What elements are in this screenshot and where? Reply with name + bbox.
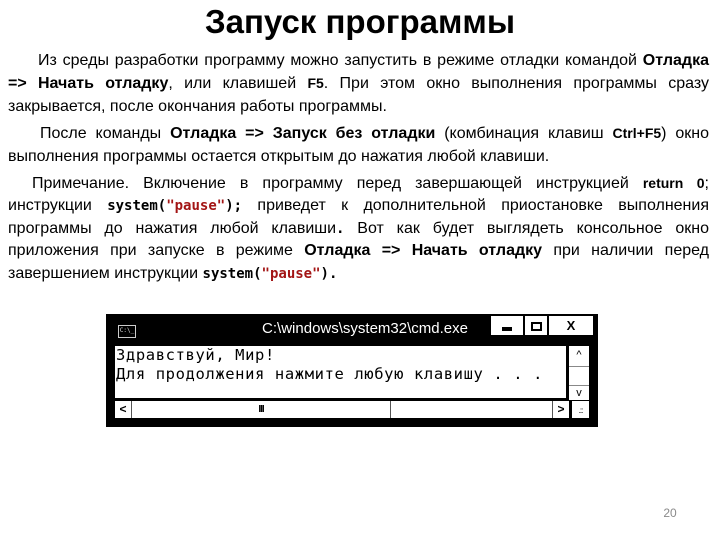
slide-title: Запуск программы [204,3,516,40]
code-keyword: return 0 [642,175,705,192]
console-window: C:\windows\system32\cmd.exe C:\_ X Здрав… [106,314,598,427]
scroll-left-icon[interactable]: < [115,401,132,418]
console-output: Здравствуй, Мир! Для продолжения нажмите… [115,346,566,398]
paragraph-run-without-debug: После команды Отладка => Запуск без отла… [8,122,709,168]
scroll-down-icon[interactable]: v [569,386,589,400]
scroll-right-icon[interactable]: > [552,401,569,418]
code-snippet: system("pause"); [107,198,242,214]
text: Из среды разработки программу можно запу… [38,52,643,69]
close-button[interactable]: X [549,316,593,335]
text: (комбинация клавиш [435,125,613,143]
hotkey: Ctrl+F5 [612,125,662,142]
code-string: "pause" [261,265,321,282]
code-snippet: system("pause"). [203,266,338,282]
code-part: ); [225,198,243,215]
paragraph-note: Примечание. Включение в программу перед … [8,172,709,285]
maximize-icon [530,322,542,332]
vertical-scroll-thumb[interactable] [569,366,589,386]
horizontal-scrollbar[interactable]: < III > [115,401,569,418]
minimize-button[interactable] [491,316,523,335]
code-part: system( [202,265,262,282]
console-line: Здравствуй, Мир! [116,346,275,364]
resize-grip-icon[interactable]: .:: [572,401,589,418]
menu-command: Отладка => Начать отладку [304,242,543,260]
code-part: ). [320,265,338,282]
page-number: 20 [663,506,677,520]
scroll-up-icon[interactable]: ^ [569,348,589,362]
vertical-scrollbar[interactable]: ^ v [569,346,589,400]
text: , или клавишей [168,75,308,93]
hotkey: F5 [307,75,324,92]
slide-body: Из среды разработки программу можно запу… [8,50,709,285]
code-part: system( [107,198,167,215]
paragraph-debug-start: Из среды разработки программу можно запу… [8,50,709,118]
text: После команды [40,125,171,143]
code-string: "pause" [166,198,226,215]
maximize-button[interactable] [525,316,547,335]
cmd-icon: C:\_ [118,325,136,338]
text: Примечание. Включение в программу перед … [32,175,643,193]
minimize-icon [502,326,512,331]
horizontal-scroll-thumb[interactable]: III [132,401,391,418]
console-line: Для продолжения нажмите любую клавишу . … [116,365,544,383]
menu-command: Отладка => Запуск без отладки [170,125,436,143]
